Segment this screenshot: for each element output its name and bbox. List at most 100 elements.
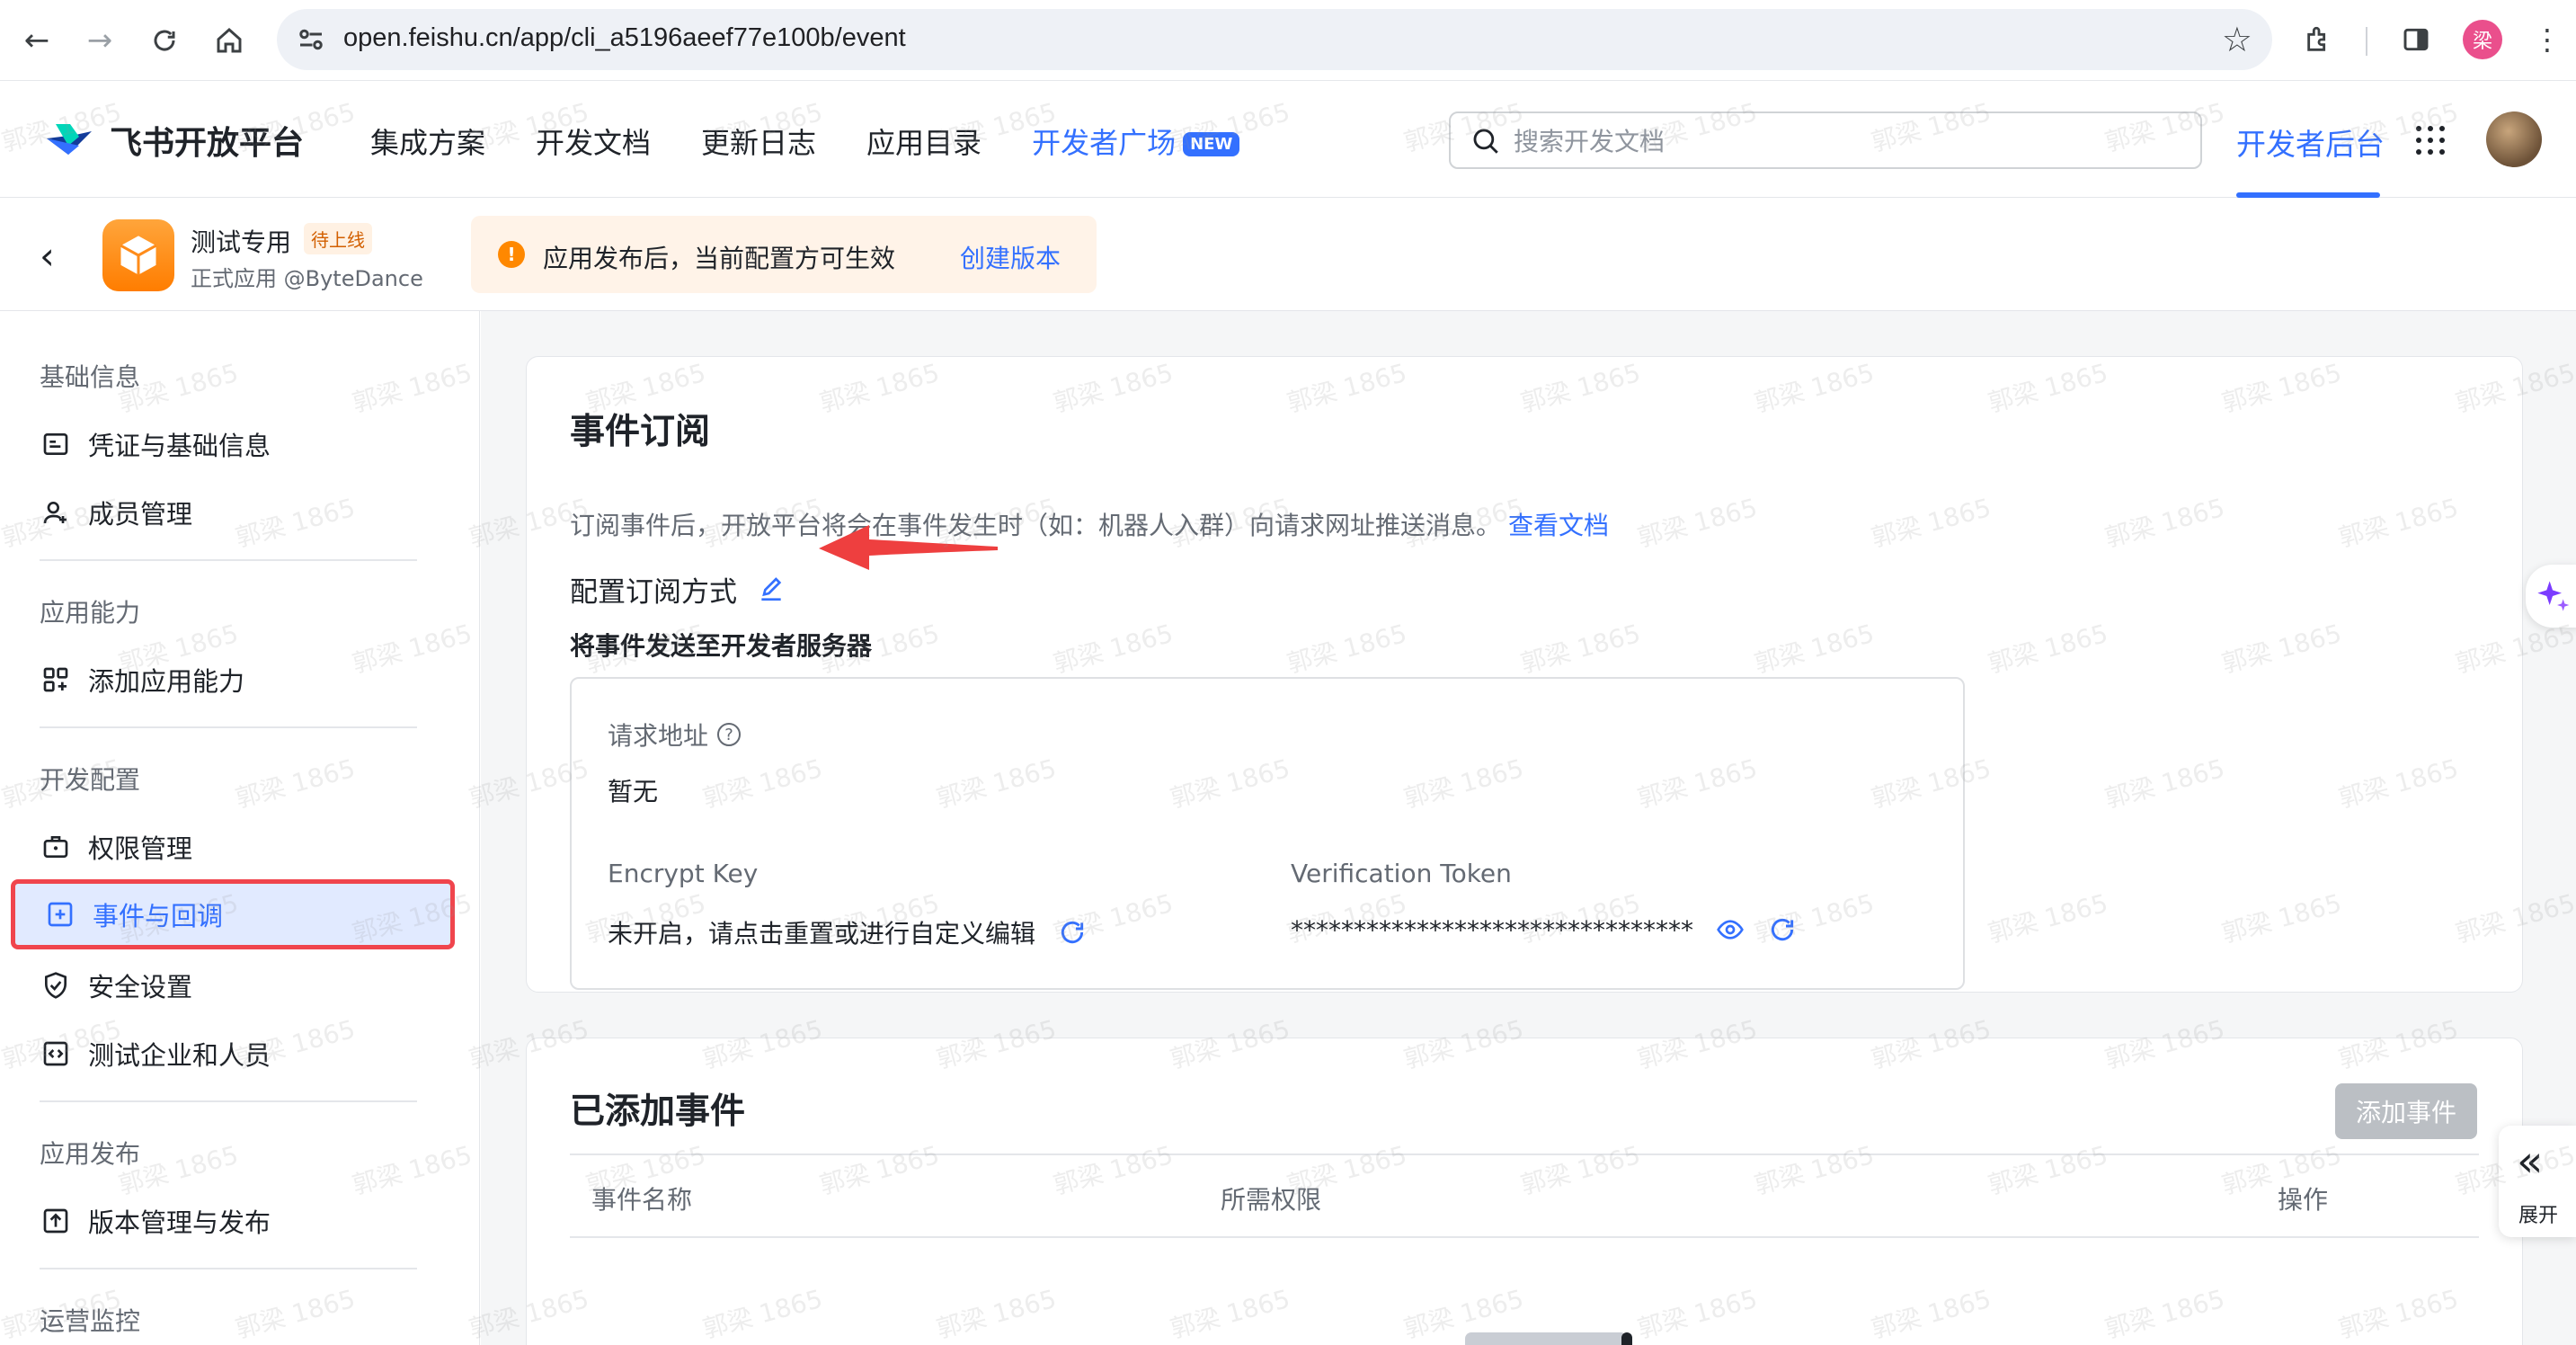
publish-notice: ! 应用发布后，当前配置方可生效 创建版本 [471, 216, 1097, 293]
sidebar: 基础信息 凭证与基础信息 成员管理 应用能力 添加应用能力 开发配置 权限管理 … [0, 311, 480, 1345]
help-question-icon[interactable]: ? [717, 723, 742, 746]
bookmark-star-icon[interactable]: ☆ [2222, 20, 2252, 59]
status-badge: 待上线 [304, 223, 372, 254]
developer-backend-link[interactable]: 开发者后台 [2236, 120, 2385, 164]
back-chevron-icon[interactable]: ‹ [40, 234, 55, 278]
verification-token-row: ******************************** [1291, 914, 1798, 945]
expand-panel-button[interactable]: « 展开 [2499, 1126, 2576, 1237]
add-event-button[interactable]: 添加事件 [2335, 1083, 2477, 1139]
sidebar-item-events-callbacks[interactable]: 事件与回调 [11, 879, 455, 949]
sidebar-group-monitoring: 运营监控 [40, 1306, 141, 1336]
double-chevron-left-icon: « [2517, 1136, 2544, 1187]
encrypt-key-row: 未开启，请点击重置或进行自定义编辑 [608, 914, 1088, 950]
toolbar-separator [2366, 27, 2367, 56]
request-url-value: 暂无 [608, 777, 659, 806]
site-header: 飞书开放平台 集成方案 开发文档 更新日志 应用目录 开发者广场NEW 开发者后… [0, 81, 2576, 198]
id-card-icon [40, 428, 72, 460]
app-name: 测试专用 [191, 227, 292, 257]
sidebar-item-label: 凭证与基础信息 [88, 431, 271, 461]
search-input[interactable] [1514, 122, 2179, 160]
sidebar-item-label: 事件与回调 [93, 901, 224, 931]
sidebar-item-versions[interactable]: 版本管理与发布 [40, 1194, 435, 1248]
edit-pencil-icon[interactable] [757, 575, 786, 604]
sidebar-item-label: 权限管理 [88, 833, 193, 864]
column-event-name: 事件名称 [591, 1185, 693, 1215]
app-subtitle: 正式应用 @ByteDance [191, 266, 423, 291]
expand-label: 展开 [2518, 1205, 2559, 1227]
nav-app-directory[interactable]: 应用目录 [866, 120, 982, 162]
event-subscription-title: 事件订阅 [570, 412, 711, 452]
sidebar-item-label: 添加应用能力 [88, 666, 245, 697]
warning-icon: ! [498, 241, 525, 268]
subscription-mode: 将事件发送至开发者服务器 [570, 631, 873, 661]
ai-sparkle-button[interactable] [2526, 565, 2576, 628]
notice-text: 应用发布后，当前配置方可生效 [543, 244, 896, 273]
encrypt-key-label: Encrypt Key [608, 859, 759, 888]
apps-grid-icon[interactable] [2414, 124, 2447, 156]
verification-token-value: ******************************** [1291, 914, 1693, 945]
nav-developer-square[interactable]: 开发者广场 NEW [1032, 120, 1240, 162]
browser-chrome: ← → open.feishu.cn/app/cli_a5196aeef77e1… [0, 0, 2576, 81]
app-bar: ‹ 测试专用 待上线 正式应用 @ByteDance ! 应用发布后，当前配置方… [0, 198, 2576, 311]
sidebar-item-permissions[interactable]: 权限管理 [40, 820, 435, 874]
event-subscription-desc: 订阅事件后，开放平台将会在事件发生时（如：机器人入群）向请求网址推送消息。 查看文… [570, 506, 1609, 542]
new-badge: NEW [1183, 132, 1240, 156]
eye-icon[interactable] [1715, 914, 1745, 945]
added-events-card: 已添加事件 添加事件 事件名称 所需权限 操作 [526, 1038, 2523, 1345]
token-refresh-icon[interactable] [1767, 914, 1798, 945]
forward-arrow-icon[interactable]: → [79, 20, 120, 61]
sidebar-item-test-users[interactable]: 测试企业和人员 [40, 1027, 435, 1081]
sidebar-item-credentials[interactable]: 凭证与基础信息 [40, 417, 435, 471]
site-settings-icon[interactable] [295, 23, 327, 56]
events-table-header: 事件名称 所需权限 操作 [570, 1153, 2479, 1238]
event-icon [44, 898, 76, 931]
sidebar-item-members[interactable]: 成员管理 [40, 485, 435, 539]
doc-search[interactable] [1449, 111, 2202, 169]
view-docs-link[interactable]: 查看文档 [1508, 511, 1609, 540]
add-user-icon [40, 496, 72, 529]
back-arrow-icon[interactable]: ← [16, 20, 58, 61]
top-nav: 集成方案 开发文档 更新日志 应用目录 开发者广场 NEW [370, 120, 1290, 162]
nav-integration[interactable]: 集成方案 [370, 120, 485, 162]
horizontal-scrollbar[interactable] [1465, 1332, 1632, 1345]
user-avatar[interactable] [2486, 111, 2542, 167]
apps-add-icon [40, 664, 72, 696]
code-icon [40, 1038, 72, 1070]
event-subscription-card: 事件订阅 订阅事件后，开放平台将会在事件发生时（如：机器人入群）向请求网址推送消… [526, 356, 2523, 993]
side-panel-icon[interactable] [2394, 18, 2438, 61]
nav-developer-square-label: 开发者广场 [1032, 126, 1177, 160]
column-actions: 操作 [2278, 1185, 2329, 1215]
request-url-label: 请求地址 ? [608, 717, 742, 753]
subscription-method-header: 配置订阅方式 [570, 569, 786, 610]
nav-docs[interactable]: 开发文档 [536, 120, 651, 162]
red-annotation-arrow [819, 525, 998, 570]
briefcase-icon [40, 831, 72, 863]
main-content: 事件订阅 订阅事件后，开放平台将会在事件发生时（如：机器人入群）向请求网址推送消… [481, 311, 2576, 1345]
request-url-label-text: 请求地址 [608, 721, 709, 751]
sidebar-item-add-capability[interactable]: 添加应用能力 [40, 653, 435, 707]
nav-changelog[interactable]: 更新日志 [701, 120, 816, 162]
home-icon[interactable] [209, 20, 250, 61]
logo-text: 飞书开放平台 [110, 125, 305, 162]
search-icon [1473, 129, 1498, 154]
address-bar[interactable]: open.feishu.cn/app/cli_a5196aeef77e100b/… [277, 9, 2272, 70]
more-menu-icon[interactable]: ⋮ [2526, 18, 2569, 61]
sidebar-item-label: 版本管理与发布 [88, 1207, 271, 1238]
sidebar-group-basic: 基础信息 [40, 362, 141, 392]
app-box-icon [102, 219, 174, 291]
url-text[interactable]: open.feishu.cn/app/cli_a5196aeef77e100b/… [343, 23, 906, 53]
profile-avatar[interactable]: 梁 [2463, 20, 2502, 59]
feishu-logo[interactable]: 飞书开放平台 [43, 117, 304, 164]
sparkle-icon [2537, 581, 2570, 611]
sidebar-group-publish: 应用发布 [40, 1139, 141, 1169]
sidebar-item-security[interactable]: 安全设置 [40, 958, 435, 1012]
feishu-logo-icon [47, 124, 92, 155]
reset-refresh-icon[interactable] [1057, 917, 1088, 948]
reload-icon[interactable] [144, 20, 185, 61]
sidebar-divider [40, 1268, 417, 1269]
column-required-permissions: 所需权限 [1221, 1185, 1322, 1215]
shield-icon [40, 969, 72, 1002]
extensions-icon[interactable] [2297, 18, 2341, 61]
sidebar-item-label: 安全设置 [88, 972, 193, 1002]
create-version-link[interactable]: 创建版本 [960, 239, 1061, 275]
